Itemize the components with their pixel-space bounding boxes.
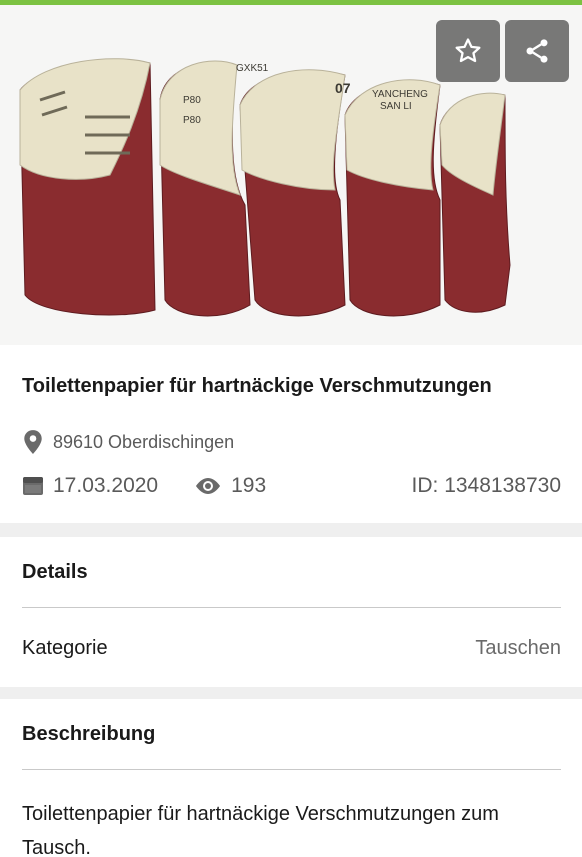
share-icon — [526, 39, 548, 63]
views-count: 193 — [231, 474, 267, 497]
details-heading: Details — [22, 561, 88, 583]
sanding-belt-3 — [239, 69, 346, 317]
sanding-belt-5 — [439, 92, 511, 313]
details-section: Details Kategorie Tauschen — [0, 537, 582, 687]
category-value: Tauschen — [475, 637, 561, 659]
location-pin-icon — [24, 430, 42, 454]
location-row[interactable]: 89610 Oberdischingen — [22, 429, 234, 455]
backing-print: YANCHENG — [372, 89, 428, 100]
backing-print: 07 — [335, 80, 351, 96]
sanding-belt-1 — [19, 58, 156, 316]
divider — [22, 607, 561, 608]
share-button[interactable] — [505, 20, 569, 82]
backing-print: GXK51 — [236, 63, 269, 74]
posting-date: 17.03.2020 — [53, 474, 159, 497]
backing-print: SAN LI — [380, 101, 412, 112]
divider — [22, 769, 561, 770]
description-text: Toilettenpapier für hartnäckige Verschmu… — [22, 803, 499, 857]
listing-summary: Toilettenpapier für hartnäckige Verschmu… — [0, 345, 582, 523]
location-text: 89610 Oberdischingen — [53, 431, 235, 452]
meta-row: 17.03.2020 193 ID: 1348138730 — [22, 472, 561, 500]
eye-icon — [196, 478, 221, 494]
listing-title: Toilettenpapier für hartnäckige Verschmu… — [22, 375, 492, 397]
listing-id: ID: 1348138730 — [411, 474, 561, 497]
calendar-icon — [23, 477, 43, 495]
star-outline-icon — [455, 38, 481, 63]
description-section: Beschreibung Toilettenpapier für hartnäc… — [0, 699, 582, 857]
views-counter: 193 — [193, 474, 266, 498]
category-label: Kategorie — [22, 637, 108, 659]
sanding-belt-4 — [344, 79, 441, 317]
backing-print: P80 — [183, 95, 201, 106]
favorite-button[interactable] — [436, 20, 500, 82]
backing-print: P80 — [183, 115, 201, 126]
description-heading: Beschreibung — [22, 723, 156, 745]
